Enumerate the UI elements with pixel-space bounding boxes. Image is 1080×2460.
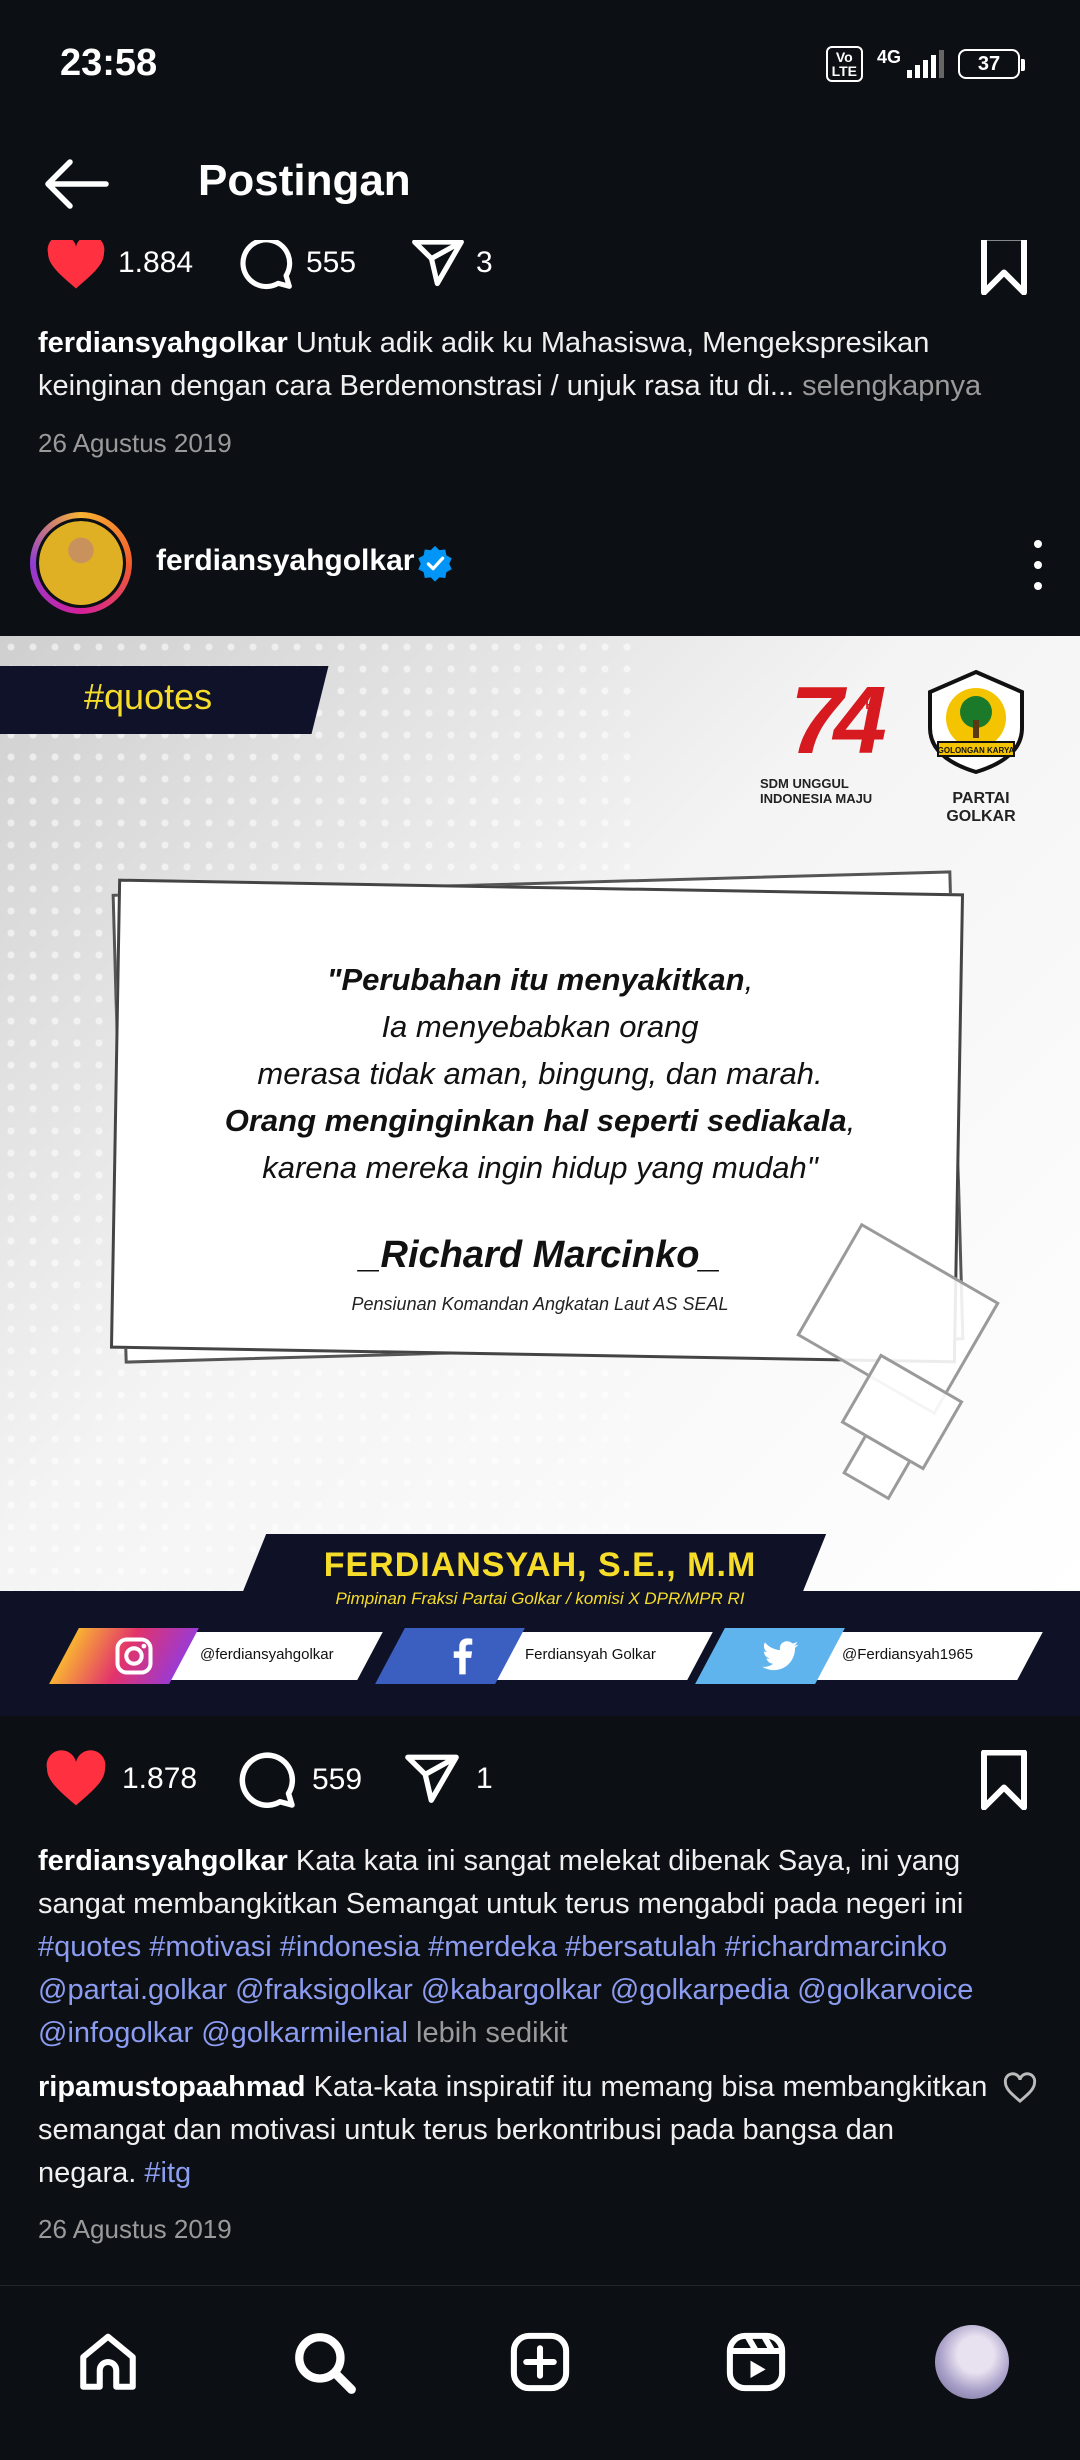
battery-level: 37: [977, 52, 1001, 75]
signal-icon: [907, 50, 944, 78]
previous-comment-button[interactable]: 555: [236, 235, 356, 291]
previous-share-button[interactable]: 3: [410, 235, 493, 291]
network-type: 4G: [876, 46, 901, 67]
instagram-handle: @ferdiansyahgolkar: [200, 1646, 334, 1663]
quote-line-2: Ia menyebabkan orang: [381, 1009, 699, 1044]
golkar-caption: PARTAI GOLKAR: [946, 790, 1016, 825]
nav-search[interactable]: [284, 2322, 364, 2402]
comment-count: 559: [312, 1763, 363, 1796]
facebook-handle: Ferdiansyah Golkar: [525, 1646, 656, 1663]
instagram-icon: [115, 1637, 153, 1675]
nav-home[interactable]: [68, 2322, 148, 2402]
share-icon: [405, 1754, 459, 1803]
quote-author: _Richard Marcinko_: [359, 1234, 721, 1276]
more-options-button[interactable]: [1026, 540, 1050, 590]
back-arrow-icon: [45, 159, 109, 209]
previous-post-date: 26 Agustus 2019: [38, 428, 232, 458]
quote-line-4: Orang menginginkan hal seperti sediakala: [224, 1103, 847, 1138]
share-button[interactable]: 1: [402, 1750, 493, 1808]
profile-avatar: [935, 2325, 1009, 2399]
status-time: 23:58: [60, 42, 158, 84]
quote-line-3: merasa tidak aman, bingung, dan marah.: [257, 1056, 823, 1091]
comment-button[interactable]: 559: [236, 1750, 362, 1810]
heart-icon: [46, 1750, 106, 1806]
post-caption: ferdiansyahgolkar Kata kata ini sangat m…: [38, 1840, 1048, 2055]
quote-line-1: "Perubahan itu menyakitkan: [326, 962, 745, 997]
previous-caption: ferdiansyahgolkar Untuk adik adik ku Mah…: [38, 322, 1048, 408]
comment-icon: [239, 1752, 296, 1808]
twitter-handle: @Ferdiansyah1965: [842, 1646, 974, 1663]
comment-like-icon[interactable]: [1002, 2072, 1038, 2104]
post-header: ferdiansyahgolkar: [0, 500, 1080, 630]
less-link[interactable]: lebih sedikit: [416, 2017, 568, 2049]
share-count: 1: [476, 1762, 493, 1795]
like-count: 1.878: [122, 1762, 198, 1795]
logo-74-number: 74: [790, 667, 887, 774]
post-author[interactable]: ferdiansyahgolkar: [156, 544, 414, 578]
screen: 23:58 Vo LTE 4G 37 1.884 555 3 Postingan…: [0, 0, 1080, 2460]
more-icon: [1034, 540, 1042, 548]
reels-icon: [726, 2332, 786, 2392]
banner-subtitle: Pimpinan Fraksi Partai Golkar / komisi X…: [335, 1589, 745, 1608]
post-date: 26 Agustus 2019: [38, 2214, 232, 2244]
back-button[interactable]: [40, 156, 110, 212]
heart-icon: [47, 235, 105, 289]
bookmark-icon[interactable]: [978, 235, 1030, 295]
facebook-icon: [453, 1638, 473, 1675]
like-button[interactable]: 1.878: [44, 1750, 197, 1808]
volte-icon: Vo LTE: [825, 46, 863, 82]
bookmark-icon[interactable]: [978, 1750, 1030, 1810]
comment: ripamustopaahmad Kata-kata inspiratif it…: [38, 2066, 998, 2195]
quote-text: "Perubahan itu menyakitkan, Ia menyebabk…: [140, 956, 940, 1191]
golkar-ribbon: GOLONGAN KARYA: [938, 746, 1015, 755]
logo-74-caption: SDM UNGGUL INDONESIA MAJU: [760, 776, 873, 806]
app-header: Postingan: [0, 130, 1080, 240]
status-icons: Vo LTE 4G 37: [825, 46, 1025, 82]
share-icon: [412, 239, 464, 287]
comment-user[interactable]: ripamustopaahmad: [38, 2071, 306, 2103]
create-icon: [510, 2332, 570, 2392]
page-title: Postingan: [198, 156, 411, 205]
verified-icon: [418, 545, 452, 582]
comment-hashtag[interactable]: #itg: [144, 2157, 191, 2189]
quote-role: Pensiunan Komandan Angkatan Laut AS SEAL: [351, 1294, 729, 1314]
caption-user[interactable]: ferdiansyahgolkar: [38, 1845, 288, 1877]
battery-icon: 37: [958, 49, 1025, 79]
nav-profile[interactable]: [932, 2322, 1012, 2402]
story-ring[interactable]: [30, 512, 132, 614]
golkar-logo-icon: GOLONGAN KARYA: [928, 669, 1024, 774]
quote-line-5: karena mereka ingin hidup yang mudah": [262, 1150, 818, 1185]
twitter-icon: [762, 1641, 799, 1671]
search-icon: [295, 2333, 356, 2394]
previous-share-count: 3: [476, 246, 493, 279]
banner-name: FERDIANSYAH, S.E., M.M: [323, 1546, 757, 1584]
previous-post-actions: 1.884 555 3: [0, 235, 1080, 295]
nav-reels[interactable]: [716, 2322, 796, 2402]
bottom-navigation: [0, 2285, 1080, 2460]
quote-tag: #quotes: [84, 676, 213, 717]
avatar[interactable]: [36, 518, 126, 608]
previous-caption-user[interactable]: ferdiansyahgolkar: [38, 327, 288, 359]
nav-create[interactable]: [500, 2322, 580, 2402]
home-icon: [80, 2333, 136, 2390]
status-bar: 23:58 Vo LTE 4G 37: [0, 0, 1080, 130]
previous-like-count: 1.884: [118, 246, 194, 279]
post-image[interactable]: #quotes 74 TH SDM UNGGUL INDONESIA MAJU …: [0, 636, 1080, 1716]
post-actions: 1.878 559 1: [0, 1740, 1080, 1820]
more-link[interactable]: selengkapnya: [802, 370, 981, 402]
logo-74-th: TH: [858, 698, 874, 712]
comment-icon: [240, 237, 293, 290]
previous-like-button[interactable]: 1.884: [44, 235, 193, 291]
previous-comment-count: 555: [306, 246, 357, 279]
